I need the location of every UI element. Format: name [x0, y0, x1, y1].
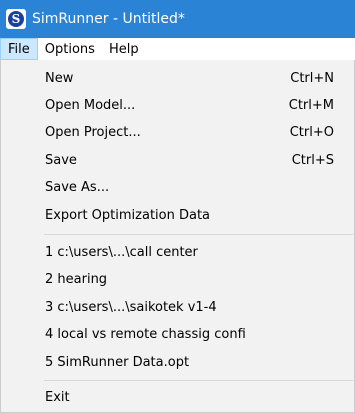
menu-item-recent-2[interactable]: 2 hearing — [2, 266, 353, 292]
menu-item-shortcut: Ctrl+S — [291, 152, 334, 168]
app-icon-letter: S — [8, 11, 24, 27]
menu-item-recent-5[interactable]: 5 SimRunner Data.opt — [2, 349, 353, 375]
menu-file[interactable]: File — [0, 38, 38, 60]
menu-item-label: 5 SimRunner Data.opt — [45, 354, 190, 370]
menu-item-label: 3 c:\users\...\saikotek v1-4 — [45, 299, 217, 315]
menu-item-recent-4[interactable]: 4 local vs remote chassig confi — [2, 321, 353, 347]
menu-item-shortcut: Ctrl+N — [290, 70, 334, 86]
file-menu-dropdown: New Ctrl+N Open Model... Ctrl+M Open Pro… — [0, 60, 355, 413]
menu-item-open-model[interactable]: Open Model... Ctrl+M — [2, 92, 353, 118]
menu-item-label: Open Model... — [45, 97, 136, 113]
simrunner-app-icon[interactable]: S — [6, 9, 26, 29]
title-bar: S SimRunner - Untitled* — [0, 0, 355, 38]
menu-bar: File Options Help — [0, 38, 355, 60]
menu-item-label: Export Optimization Data — [45, 207, 211, 223]
menu-item-recent-1[interactable]: 1 c:\users\...\call center — [2, 239, 353, 265]
menu-item-label: Exit — [45, 389, 70, 405]
menu-item-recent-3[interactable]: 3 c:\users\...\saikotek v1-4 — [2, 294, 353, 320]
menu-help[interactable]: Help — [102, 38, 146, 60]
menu-item-export-optimization-data[interactable]: Export Optimization Data — [2, 202, 353, 228]
menu-item-exit[interactable]: Exit — [2, 384, 353, 410]
menu-item-label: 2 hearing — [45, 271, 108, 287]
menu-separator — [44, 380, 353, 381]
menu-item-save-as[interactable]: Save As... — [2, 174, 353, 200]
menu-item-new[interactable]: New Ctrl+N — [2, 65, 353, 91]
menu-item-save[interactable]: Save Ctrl+S — [2, 147, 353, 173]
menu-item-label: 4 local vs remote chassig confi — [45, 326, 246, 342]
menu-item-label: Save — [45, 152, 77, 168]
menu-item-label: Save As... — [45, 179, 110, 195]
menu-item-shortcut: Ctrl+M — [288, 97, 334, 113]
menu-item-open-project[interactable]: Open Project... Ctrl+O — [2, 119, 353, 145]
window-title: SimRunner - Untitled* — [32, 11, 185, 27]
menu-options[interactable]: Options — [38, 38, 102, 60]
menu-item-label: New — [45, 70, 74, 86]
menu-separator — [44, 234, 353, 235]
menu-item-label: Open Project... — [45, 124, 141, 140]
menu-item-shortcut: Ctrl+O — [289, 124, 334, 140]
menu-item-label: 1 c:\users\...\call center — [45, 244, 198, 260]
